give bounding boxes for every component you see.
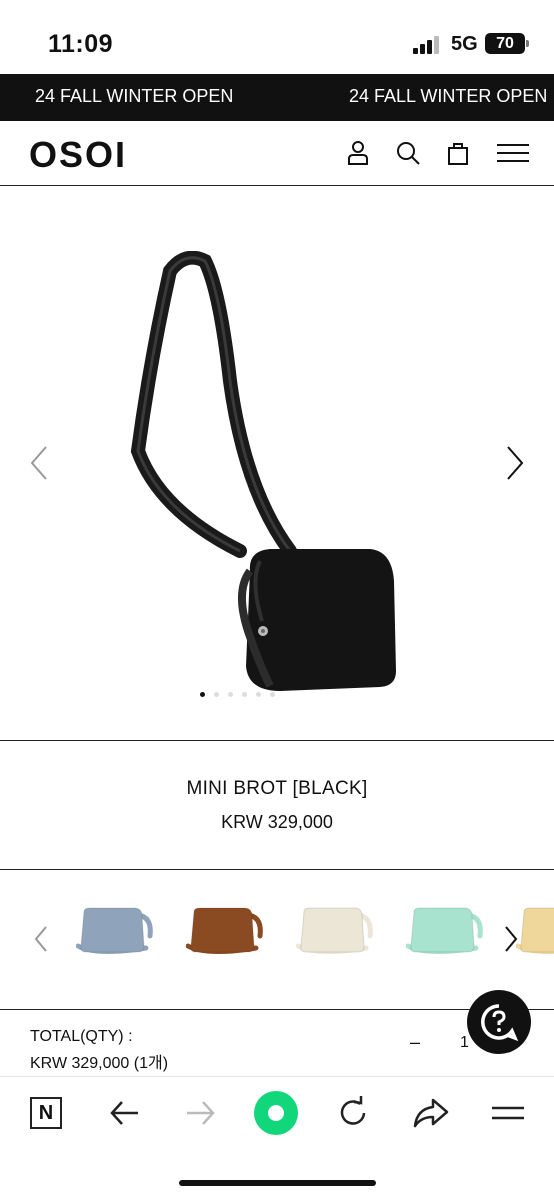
reload-icon [340, 1096, 366, 1125]
gallery-dot[interactable] [256, 692, 261, 697]
brand-logo[interactable]: OSOI [29, 134, 127, 176]
product-gallery[interactable] [0, 186, 554, 741]
gallery-dot[interactable] [242, 692, 247, 697]
product-name: MINI BROT [BLACK] [186, 778, 368, 799]
chat-button[interactable] [467, 990, 531, 1054]
color-swatch[interactable] [516, 906, 554, 958]
share-button[interactable] [411, 1093, 451, 1133]
total-value: KRW 329,000 (1개) [30, 1055, 169, 1072]
promo-banner[interactable]: 24 FALL WINTER OPEN 24 FALL WINTER OPEN [0, 74, 554, 121]
naver-n-icon: N [30, 1097, 62, 1129]
prev-swatch-arrow-icon[interactable] [32, 924, 50, 954]
gallery-dots [200, 692, 275, 697]
color-swatch[interactable] [296, 906, 376, 958]
green-dot-button[interactable] [252, 1089, 300, 1137]
help-chat-icon [481, 1004, 519, 1042]
gallery-dot[interactable] [228, 692, 233, 697]
green-dot-icon [254, 1091, 298, 1135]
signal-icon [413, 36, 443, 54]
product-info: MINI BROT [BLACK] KRW 329,000 [0, 741, 554, 870]
gallery-dot[interactable] [214, 692, 219, 697]
battery-icon: 70 [485, 33, 529, 54]
banner-text: 24 FALL WINTER OPEN [35, 86, 234, 106]
reload-button[interactable] [333, 1093, 373, 1133]
qty-value: 1 [460, 1034, 469, 1051]
browser-menu-button[interactable] [488, 1093, 528, 1133]
search-icon[interactable] [394, 139, 422, 167]
home-indicator [179, 1180, 376, 1186]
banner-text: 24 FALL WINTER OPEN [349, 86, 548, 106]
total-label: TOTAL(QTY) : [30, 1028, 133, 1045]
color-swatches [0, 870, 554, 1010]
qty-decrease-button[interactable]: – [410, 1032, 420, 1053]
color-swatch[interactable] [186, 906, 266, 958]
network-label: 5G [451, 33, 478, 55]
back-button[interactable] [104, 1093, 144, 1133]
cart-icon[interactable] [444, 139, 472, 167]
gallery-dot[interactable] [200, 692, 205, 697]
forward-button[interactable] [181, 1093, 221, 1133]
product-price: KRW 329,000 [221, 812, 333, 832]
site-header: OSOI [0, 121, 554, 186]
share-icon [413, 1098, 449, 1128]
next-image-arrow-icon[interactable] [502, 443, 528, 483]
status-bar: 11:09 5G 70 [0, 0, 554, 74]
prev-image-arrow-icon[interactable] [26, 443, 52, 483]
next-swatch-arrow-icon[interactable] [502, 924, 520, 954]
status-time: 11:09 [48, 30, 114, 58]
back-arrow-icon [110, 1101, 138, 1125]
product-image [130, 251, 396, 691]
color-swatch[interactable] [406, 906, 486, 958]
hamburger-icon [492, 1106, 524, 1120]
account-icon[interactable] [344, 139, 372, 167]
color-swatch[interactable] [76, 906, 156, 958]
menu-icon[interactable] [497, 139, 529, 167]
forward-arrow-icon [187, 1101, 215, 1125]
naver-home-button[interactable]: N [26, 1093, 66, 1133]
gallery-dot[interactable] [270, 692, 275, 697]
